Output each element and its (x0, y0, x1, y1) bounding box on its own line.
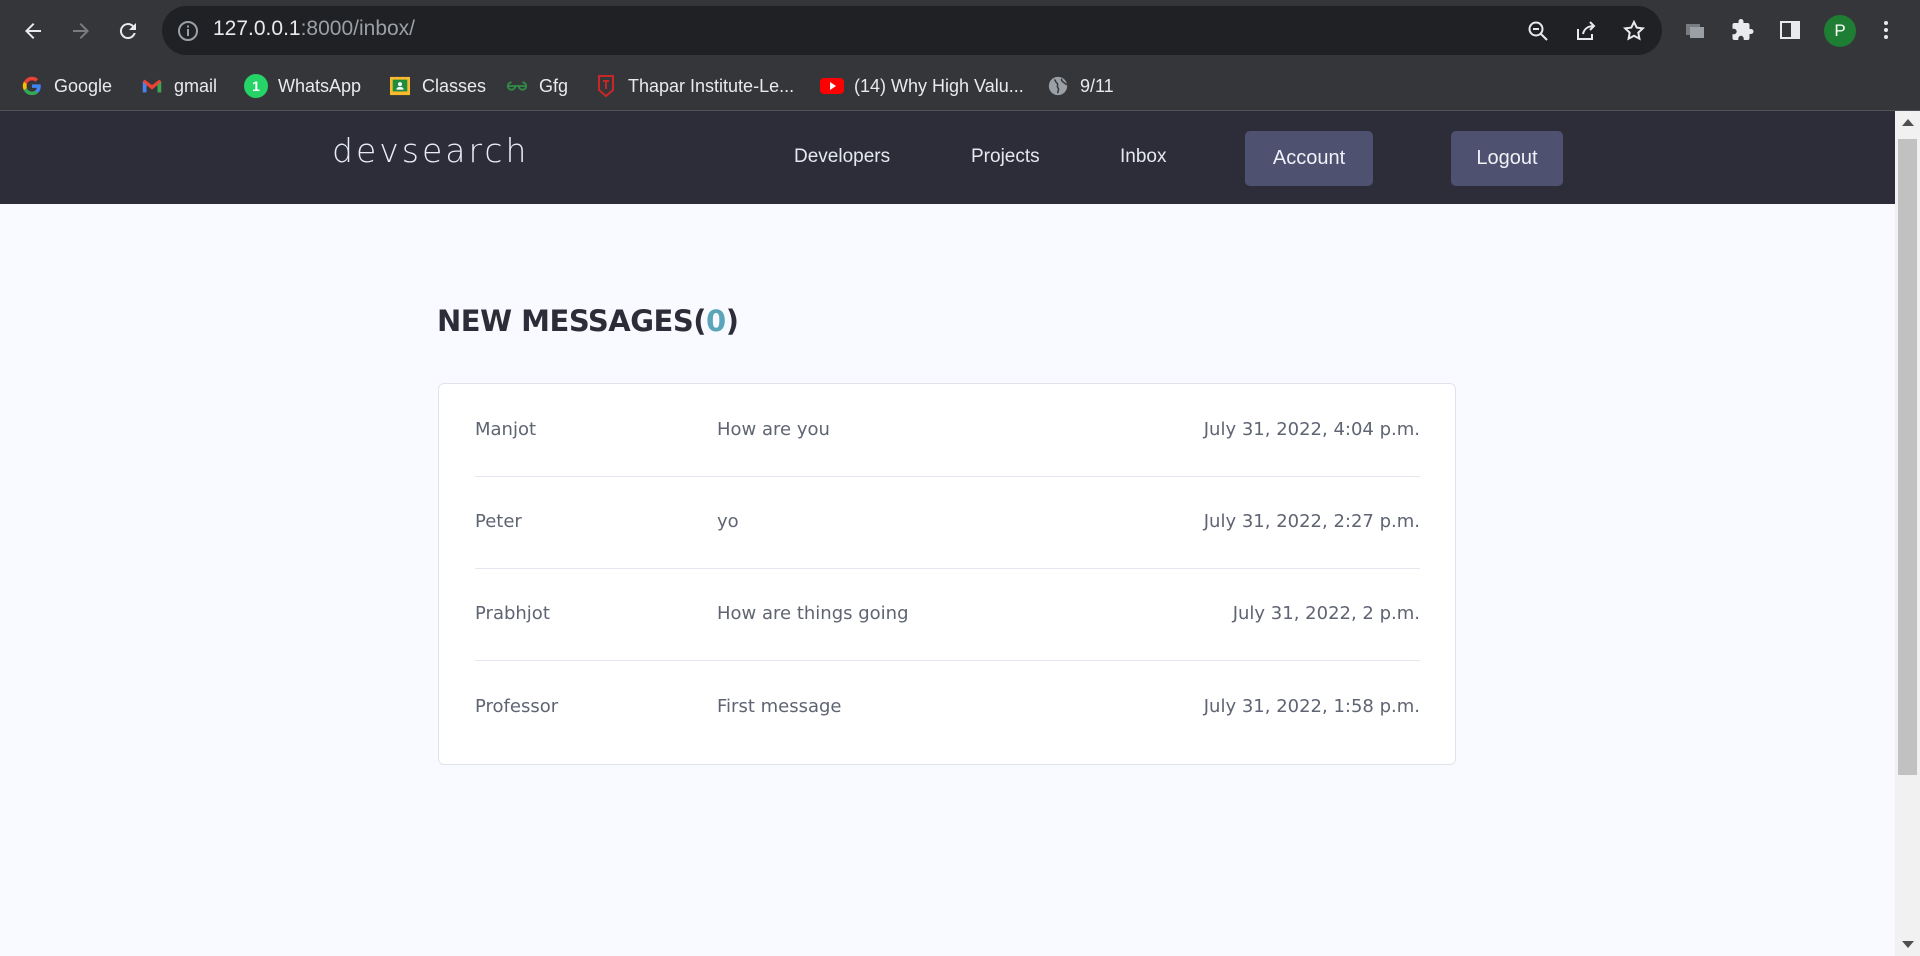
message-subject[interactable]: yo (717, 511, 739, 532)
bookmark-star-icon[interactable] (1621, 18, 1647, 44)
bookmark-911[interactable]: 9/11 (1046, 72, 1114, 100)
message-date: July 31, 2022, 2:27 p.m. (1203, 511, 1420, 532)
browser-toolbar: 127.0.0.1:8000/inbox/ P (0, 0, 1920, 62)
title-open-paren: ( (693, 304, 707, 338)
message-sender: Professor (475, 696, 559, 717)
whatsapp-icon: 1 (244, 74, 268, 98)
message-subject[interactable]: First message (717, 696, 842, 717)
message-row[interactable]: Manjot How are you July 31, 2022, 4:04 p… (475, 384, 1420, 477)
bookmark-classes[interactable]: Classes (388, 72, 486, 100)
scroll-up-arrow-icon[interactable] (1902, 119, 1914, 126)
message-sender: Manjot (475, 419, 537, 440)
share-icon[interactable] (1573, 18, 1599, 44)
message-row[interactable]: Professor First message July 31, 2022, 1… (475, 661, 1420, 753)
bookmark-thapar[interactable]: Thapar Institute-Le... (594, 72, 794, 100)
message-date: July 31, 2022, 1:58 p.m. (1203, 696, 1420, 717)
gmail-icon (140, 74, 164, 98)
side-panel-icon[interactable] (1775, 15, 1805, 45)
account-button[interactable]: Account (1245, 131, 1373, 186)
bookmark-label: (14) Why High Valu... (854, 75, 1024, 96)
scroll-down-arrow-icon[interactable] (1902, 941, 1914, 948)
globe-icon (1046, 74, 1070, 98)
menu-kebab-icon[interactable] (1871, 15, 1901, 45)
thapar-icon (594, 74, 618, 98)
bookmark-label: 9/11 (1080, 75, 1114, 96)
logout-button[interactable]: Logout (1451, 131, 1563, 186)
message-sender: Prabhjot (475, 603, 550, 624)
message-subject[interactable]: How are you (717, 419, 830, 440)
bookmark-youtube[interactable]: (14) Why High Valu... (820, 72, 1024, 100)
google-icon (20, 74, 44, 98)
back-icon[interactable] (15, 13, 51, 49)
bookmark-label: Gfg (539, 75, 569, 96)
page-title: NEW MESSAGES(0) (437, 304, 739, 338)
message-row[interactable]: Prabhjot How are things going July 31, 2… (475, 568, 1420, 661)
message-date: July 31, 2022, 4:04 p.m. (1203, 419, 1420, 440)
scroll-thumb[interactable] (1898, 139, 1917, 775)
url-path: :8000/inbox/ (300, 17, 416, 40)
site-info-icon[interactable] (176, 19, 200, 43)
extensions-icon[interactable] (1728, 15, 1758, 45)
url-host: 127.0.0.1 (213, 17, 301, 40)
bookmarks-bar: Google gmail 1 WhatsApp Classes Gfg Thap… (0, 62, 1920, 111)
message-sender: Peter (475, 511, 522, 532)
profile-avatar[interactable]: P (1824, 15, 1856, 47)
bookmark-whatsapp[interactable]: 1 WhatsApp (244, 72, 361, 100)
zoom-icon[interactable] (1525, 18, 1551, 44)
logo-text: devsearch (332, 131, 530, 170)
devsearch-logo[interactable]: devsearch (332, 131, 529, 170)
bookmark-label: gmail (174, 75, 218, 96)
forward-icon[interactable] (63, 13, 99, 49)
classroom-icon (388, 74, 412, 98)
message-row[interactable]: Peter yo July 31, 2022, 2:27 p.m. (475, 476, 1420, 569)
address-bar[interactable]: 127.0.0.1:8000/inbox/ (162, 6, 1662, 55)
page-scrollbar[interactable] (1895, 111, 1920, 956)
site-header: devsearch Developers Projects Inbox Acco… (0, 111, 1895, 204)
bookmark-google[interactable]: Google (20, 72, 112, 100)
title-close-paren: ) (725, 304, 739, 338)
inbox-message-list: Manjot How are you July 31, 2022, 4:04 p… (438, 383, 1456, 765)
reload-icon[interactable] (110, 13, 146, 49)
message-subject[interactable]: How are things going (717, 603, 909, 624)
bookmark-label: Thapar Institute-Le... (628, 75, 795, 96)
bookmark-label: Google (54, 75, 113, 96)
youtube-icon (820, 74, 844, 98)
nav-inbox[interactable]: Inbox (1120, 146, 1166, 168)
new-message-count: 0 (706, 304, 726, 338)
title-text: NEW MESSAGES (437, 304, 694, 338)
gfg-icon (505, 74, 529, 98)
bookmark-label: WhatsApp (278, 75, 362, 96)
message-date: July 31, 2022, 2 p.m. (1232, 603, 1420, 624)
bookmark-gmail[interactable]: gmail (140, 72, 217, 100)
bookmark-label: Classes (422, 75, 487, 96)
tab-search-icon[interactable] (1680, 15, 1710, 45)
bookmark-gfg[interactable]: Gfg (505, 72, 568, 100)
url-text: 127.0.0.1:8000/inbox/ (213, 17, 415, 41)
nav-projects[interactable]: Projects (971, 146, 1040, 168)
nav-developers[interactable]: Developers (794, 146, 890, 168)
